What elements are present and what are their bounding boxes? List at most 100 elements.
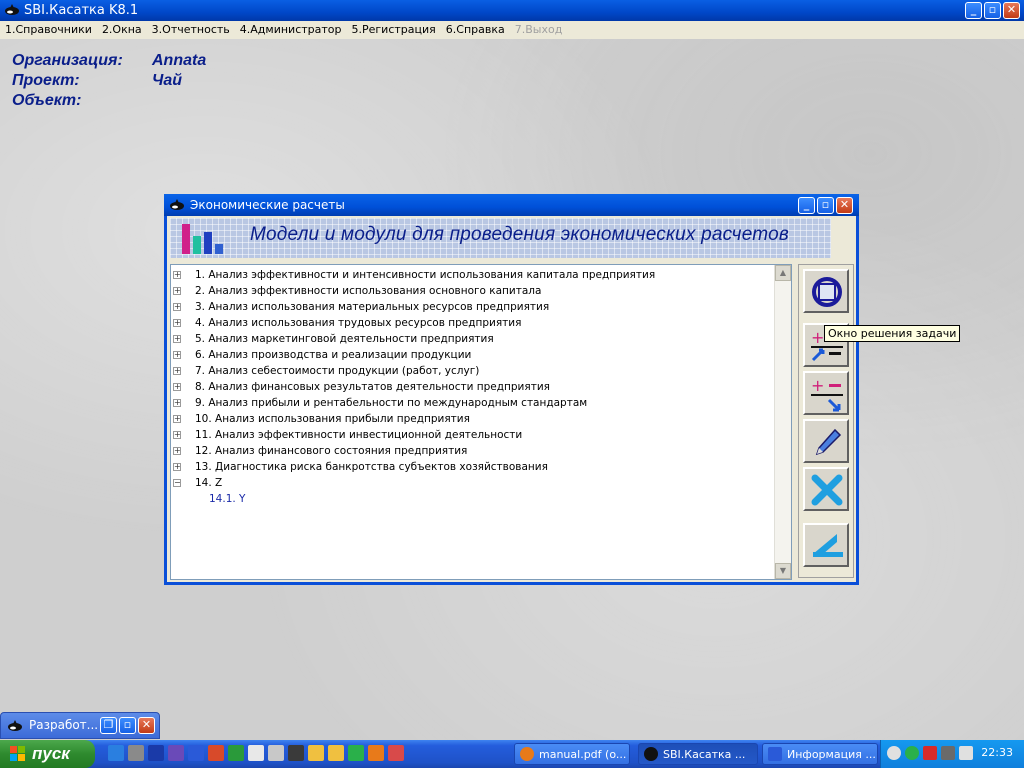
back-icon — [813, 534, 843, 557]
tree-item-label: 10. Анализ использования прибыли предпри… — [195, 413, 470, 425]
tree-item-label: 3. Анализ использования материальных рес… — [195, 301, 550, 313]
collapse-icon[interactable]: − — [173, 479, 181, 487]
expand-icon[interactable]: + — [173, 271, 181, 279]
tool-panel: + + — [798, 264, 854, 578]
menu-item-otchetnost[interactable]: 3.Отчетность — [147, 21, 235, 39]
tree-item-label: 6. Анализ производства и реализации прод… — [195, 349, 472, 361]
maximize-icon[interactable]: ▫ — [119, 717, 136, 734]
org-value: Annata — [152, 52, 207, 69]
bug-icon[interactable] — [168, 745, 184, 761]
task-manual-pdf[interactable]: manual.pdf (o... — [514, 743, 630, 765]
expand-icon[interactable]: + — [173, 415, 181, 423]
tree-item-label: 12. Анализ финансового состояния предпри… — [195, 445, 468, 457]
start-button[interactable]: пуск — [0, 740, 95, 768]
firefox-icon — [520, 747, 534, 761]
maximize-icon[interactable]: ▫ — [984, 2, 1001, 19]
task-label: Информация ... — [787, 748, 876, 761]
back-button[interactable] — [803, 523, 849, 567]
task-sbi-kasatka[interactable]: SBI.Касатка ... — [638, 743, 758, 765]
close-icon[interactable]: ✕ — [836, 197, 853, 214]
scroll-up-icon[interactable]: ▲ — [775, 265, 791, 281]
open-task-icon — [812, 277, 842, 307]
chart-icon[interactable] — [248, 745, 264, 761]
expand-icon[interactable]: + — [173, 463, 181, 471]
menu-item-administrator[interactable]: 4.Администратор — [235, 21, 347, 39]
user-icon[interactable] — [128, 745, 144, 761]
windows-logo-icon — [10, 746, 25, 761]
task-tree[interactable]: ▲ ▼ +1. Анализ эффективности и интенсивн… — [170, 264, 792, 580]
folder-icon[interactable] — [328, 745, 344, 761]
tree-item-label: 4. Анализ использования трудовых ресурсо… — [195, 317, 522, 329]
folder-icon[interactable] — [308, 745, 324, 761]
expand-icon[interactable]: + — [173, 335, 181, 343]
edit-formula-icon: + — [811, 376, 843, 412]
restore-icon[interactable]: ❐ — [100, 717, 117, 734]
close-icon[interactable]: ✕ — [138, 717, 155, 734]
tooltip: Окно решения задачи — [824, 325, 961, 342]
chevron-left-icon[interactable] — [887, 746, 901, 760]
icq-icon[interactable] — [905, 746, 919, 760]
ico-icon[interactable] — [288, 745, 304, 761]
project-label: Проект: — [12, 72, 80, 89]
open-task-button[interactable] — [803, 269, 849, 313]
dialog-titlebar[interactable]: Экономические расчеты _ ▫ ✕ — [164, 194, 859, 216]
info-icon[interactable] — [148, 745, 164, 761]
tree-item-label: 9. Анализ прибыли и рентабельности по ме… — [195, 397, 588, 409]
expand-icon[interactable]: + — [173, 383, 181, 391]
dialog-banner: Модели и модули для проведения экономиче… — [170, 218, 831, 258]
expand-icon[interactable]: + — [173, 303, 181, 311]
clock: 22:33 — [981, 746, 1013, 759]
tree-item-label: 11. Анализ эффективности инвестиционной … — [195, 429, 523, 441]
pencil-icon — [815, 428, 842, 456]
expand-icon[interactable]: + — [173, 287, 181, 295]
tree-subitem[interactable]: 14.1. Y — [209, 491, 245, 507]
org-label: Организация: — [12, 52, 123, 69]
menu-item-okna[interactable]: 2.Окна — [97, 21, 147, 39]
menu-item-spravochniki[interactable]: 1.Справочники — [0, 21, 97, 39]
calculator-icon[interactable] — [268, 745, 284, 761]
menu-item-spravka[interactable]: 6.Справка — [441, 21, 510, 39]
minimized-window[interactable]: Разработ... ❐ ▫ ✕ — [0, 712, 160, 739]
vertical-scrollbar[interactable]: ▲ ▼ — [774, 265, 791, 579]
orca-app-icon — [5, 4, 19, 15]
opera-icon[interactable] — [388, 745, 404, 761]
dialog-title: Экономические расчеты — [190, 198, 345, 212]
task-label: manual.pdf (o... — [539, 748, 627, 761]
minimize-icon[interactable]: _ — [798, 197, 815, 214]
minimized-window-title: Разработ... — [29, 718, 99, 732]
tree-item-label: 8. Анализ финансовых результатов деятель… — [195, 381, 550, 393]
word-icon[interactable] — [188, 745, 204, 761]
menu-item-registratsiya[interactable]: 5.Регистрация — [347, 21, 441, 39]
main-window-title: SBI.Касатка K8.1 — [24, 3, 139, 18]
expand-icon[interactable]: + — [173, 351, 181, 359]
banner-title: Модели и модули для проведения экономиче… — [250, 224, 789, 245]
antivirus-icon[interactable] — [923, 746, 937, 760]
main-titlebar[interactable]: SBI.Касатка K8.1 _ ▫ ✕ — [0, 0, 1024, 21]
delete-button[interactable] — [803, 467, 849, 511]
firefox-icon[interactable] — [368, 745, 384, 761]
quick-launch — [108, 745, 404, 761]
excel-icon[interactable] — [228, 745, 244, 761]
close-icon[interactable]: ✕ — [1003, 2, 1020, 19]
edit-formula-button[interactable]: + — [803, 371, 849, 415]
maximize-icon[interactable]: ▫ — [817, 197, 834, 214]
menu-bar: 1.Справочники 2.Окна 3.Отчетность 4.Адми… — [0, 21, 1024, 39]
ie-icon[interactable] — [108, 745, 124, 761]
edit-button[interactable] — [803, 419, 849, 463]
volume-icon[interactable] — [959, 746, 973, 760]
tree-item-label: 2. Анализ эффективности использования ос… — [195, 285, 542, 297]
scroll-down-icon[interactable]: ▼ — [775, 563, 791, 579]
svg-text:+: + — [811, 376, 824, 395]
tree-item-label: 13. Диагностика риска банкротства субъек… — [195, 461, 548, 473]
expand-icon[interactable]: + — [173, 431, 181, 439]
expand-icon[interactable]: + — [173, 367, 181, 375]
media-icon[interactable] — [208, 745, 224, 761]
task-informatsiya[interactable]: Информация ... — [762, 743, 878, 765]
network-icon[interactable] — [941, 746, 955, 760]
tree-item-label: 1. Анализ эффективности и интенсивности … — [195, 269, 656, 281]
expand-icon[interactable]: + — [173, 447, 181, 455]
network-icon[interactable] — [348, 745, 364, 761]
minimize-icon[interactable]: _ — [965, 2, 982, 19]
expand-icon[interactable]: + — [173, 399, 181, 407]
expand-icon[interactable]: + — [173, 319, 181, 327]
